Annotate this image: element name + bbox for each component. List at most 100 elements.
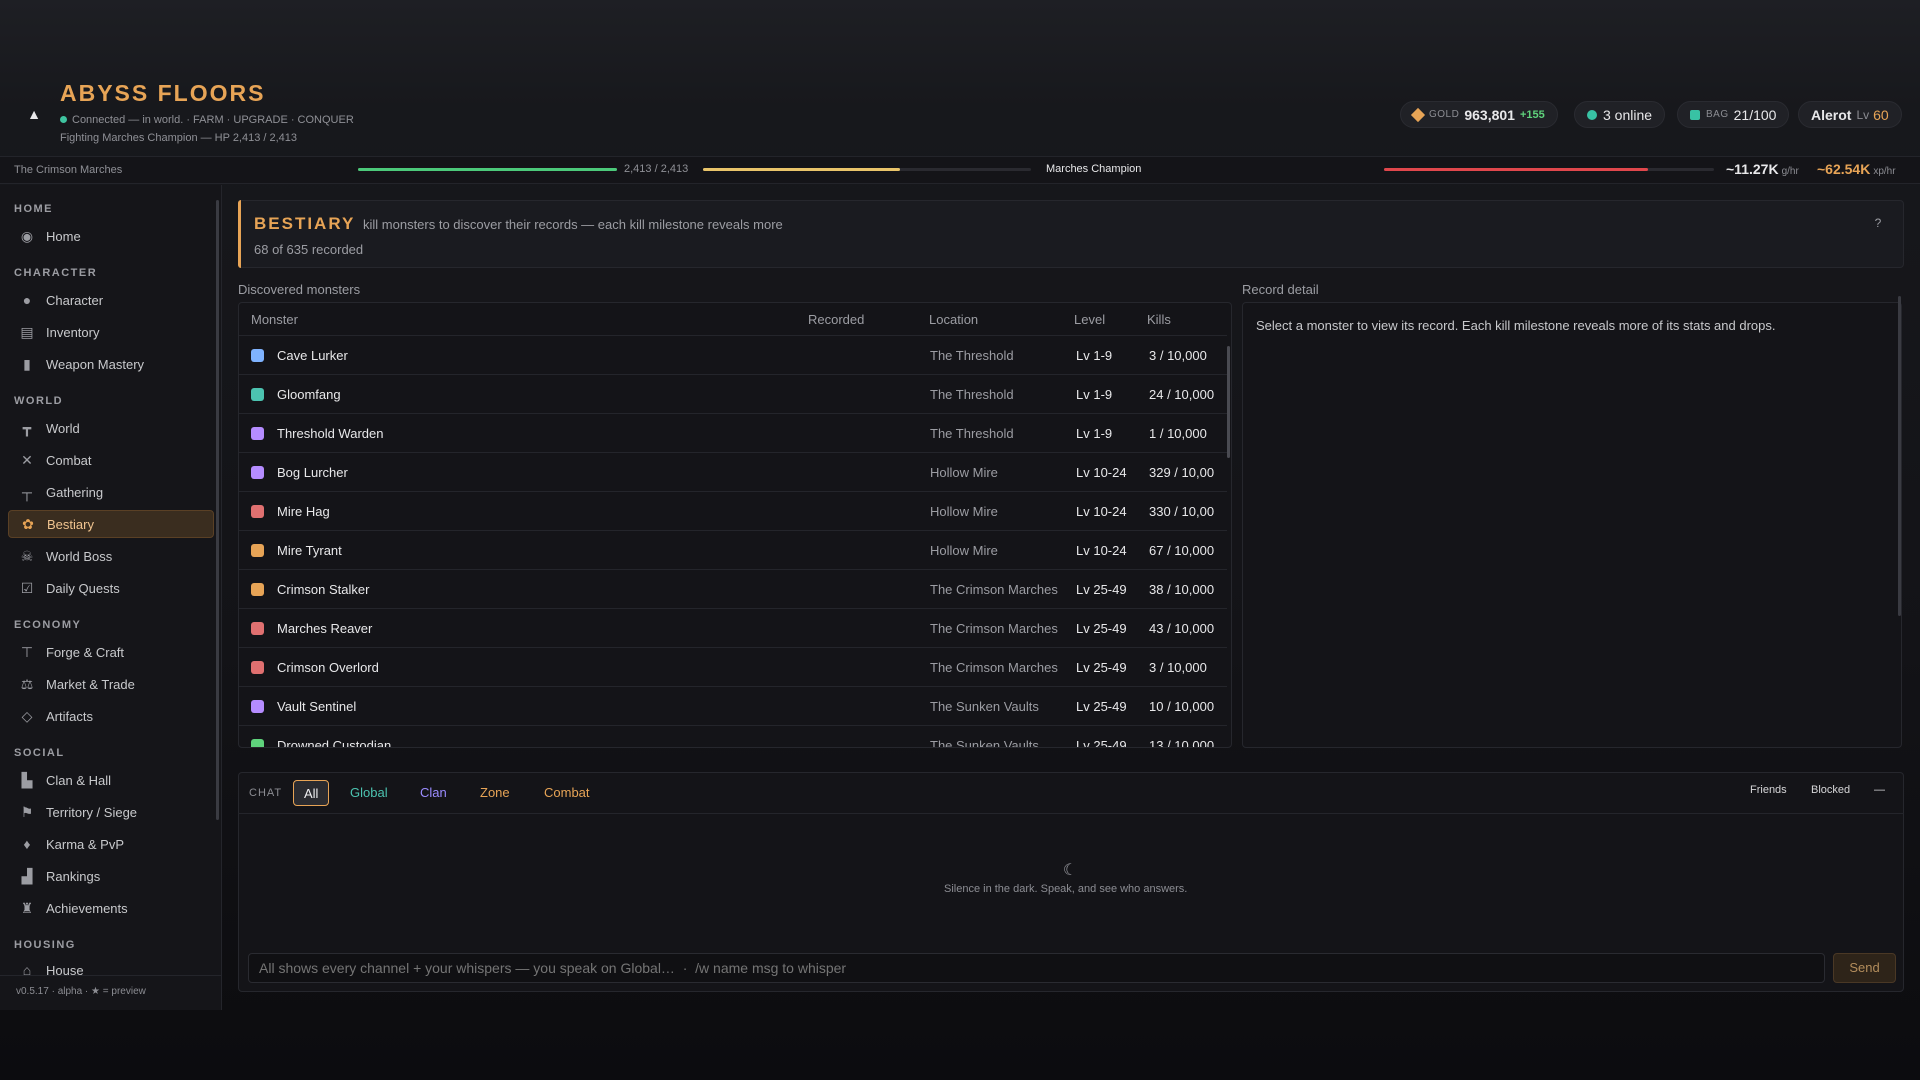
blocked-button[interactable]: Blocked xyxy=(1811,784,1850,796)
checkbox-icon: ☑ xyxy=(20,579,34,596)
collapse-up-icon[interactable]: ▲ xyxy=(24,104,44,124)
tab-all[interactable]: All xyxy=(293,780,330,806)
monster-level: Lv 1-9 xyxy=(1076,387,1113,402)
sidebar-item-gathering[interactable]: ┬ Gathering xyxy=(8,478,214,506)
sidebar-item-clan[interactable]: ▙ Clan & Hall xyxy=(8,766,214,794)
paw-icon: ✿ xyxy=(22,515,34,532)
online-dot-icon xyxy=(60,116,67,123)
sidebar-item-bestiary[interactable]: ✿ Bestiary xyxy=(8,510,214,538)
player-pill[interactable]: Alerot Lv 60 xyxy=(1798,101,1902,128)
monster-location: Hollow Mire xyxy=(930,465,998,480)
enemy-hp-bar xyxy=(1384,168,1714,171)
send-button[interactable]: Send xyxy=(1833,953,1896,983)
detail-scrollbar[interactable] xyxy=(1898,296,1901,616)
tab-combat[interactable]: Combat xyxy=(534,780,600,806)
sidebar-item-home[interactable]: ◉ Home xyxy=(8,222,214,250)
col-level[interactable]: Level xyxy=(1074,312,1105,327)
sidebar-item-artifacts[interactable]: ◇ Artifacts xyxy=(8,702,214,730)
table-row[interactable]: Drowned Custodian The Sunken Vaults Lv 25-… xyxy=(239,725,1227,748)
table-row[interactable]: Crimson Overlord The Crimson Marches Lv 25… xyxy=(239,647,1227,686)
monster-kills: 330 / 10,00 xyxy=(1149,504,1215,519)
monster-kills: 43 / 10,000 xyxy=(1149,621,1215,636)
monster-level: Lv 1-9 xyxy=(1076,426,1113,441)
sidebar-scrollbar[interactable] xyxy=(216,200,219,820)
tab-zone[interactable]: Zone xyxy=(470,780,520,806)
col-location[interactable]: Location xyxy=(929,312,978,327)
minimize-chat-button[interactable]: — xyxy=(1874,784,1885,796)
monster-kills: 10 / 10,000 xyxy=(1149,699,1215,714)
sidebar-item-character[interactable]: ● Character xyxy=(8,286,214,314)
monster-name: Crimson Overlord xyxy=(277,660,379,675)
sidebar-item-market[interactable]: ⚖ Market & Trade xyxy=(8,670,214,698)
sidebar-item-inventory[interactable]: ▤ Inventory xyxy=(8,318,214,346)
sidebar-item-forge[interactable]: ⊤ Forge & Craft xyxy=(8,638,214,666)
sidebar-item-label: Daily Quests xyxy=(46,580,120,596)
sidebar-item-world[interactable]: ┳ World xyxy=(8,414,214,442)
table-row[interactable]: Cave Lurker The Threshold Lv 1-9 3 / 10,000 xyxy=(239,335,1227,374)
skull-icon: ☠ xyxy=(20,547,34,564)
gold-pill[interactable]: GOLD 963,801 +155 xyxy=(1400,101,1558,128)
monster-icon xyxy=(251,505,264,518)
monster-level: Lv 10-24 xyxy=(1076,465,1127,480)
monster-table: Monster Recorded Location Level Kills Ca… xyxy=(238,302,1232,748)
player-level: 60 xyxy=(1873,106,1889,123)
monster-kills: 1 / 10,000 xyxy=(1149,426,1207,441)
bag-pill[interactable]: BAG 21/100 xyxy=(1677,101,1790,128)
enemy-name: Marches Champion xyxy=(1046,163,1142,175)
xp-rate-unit: xp/hr xyxy=(1873,166,1896,177)
player-hp-bar xyxy=(358,168,617,171)
sidebar-item-world-boss[interactable]: ☠ World Boss xyxy=(8,542,214,570)
sidebar-item-combat[interactable]: ✕ Combat xyxy=(8,446,214,474)
sidebar-item-rankings[interactable]: ▟ Rankings xyxy=(8,862,214,890)
friends-button[interactable]: Friends xyxy=(1750,784,1787,796)
monster-location: The Threshold xyxy=(930,387,1014,402)
table-row[interactable]: Crimson Stalker The Crimson Marches Lv 25-… xyxy=(239,569,1227,608)
sidebar-item-daily-quests[interactable]: ☑ Daily Quests xyxy=(8,574,214,602)
card-accent xyxy=(238,200,241,268)
table-row[interactable]: Threshold Warden The Threshold Lv 1-9 1 / 1… xyxy=(239,413,1227,452)
monster-location: Hollow Mire xyxy=(930,504,998,519)
monster-level: Lv 1-9 xyxy=(1076,348,1113,363)
sidebar-item-label: Gathering xyxy=(46,484,104,500)
monster-icon xyxy=(251,583,264,596)
chat-label: CHAT xyxy=(249,787,283,799)
tab-global[interactable]: Global xyxy=(340,780,398,806)
record-detail-panel xyxy=(1242,302,1902,748)
col-recorded[interactable]: Recorded xyxy=(808,312,864,327)
col-monster[interactable]: Monster xyxy=(251,312,298,327)
monster-location: The Threshold xyxy=(930,426,1014,441)
sidebar-item-weapon-mastery[interactable]: ▮ Weapon Mastery xyxy=(8,350,214,378)
player-name: Alerot xyxy=(1811,106,1852,123)
monster-kills: 13 / 10,000 xyxy=(1149,738,1215,748)
table-scrollbar[interactable] xyxy=(1227,346,1230,458)
sidebar-item-territory[interactable]: ⚑ Territory / Siege xyxy=(8,798,214,826)
bag-icon xyxy=(1690,109,1700,120)
xp-fill xyxy=(703,168,900,171)
table-row[interactable]: Mire Hag Hollow Mire Lv 10-24 330 / 10,00 xyxy=(239,491,1227,530)
sidebar-item-achievements[interactable]: ♜ Achievements xyxy=(8,894,214,922)
sidebar-item-label: Weapon Mastery xyxy=(46,356,145,372)
table-row[interactable]: Bog Lurcher Hollow Mire Lv 10-24 329 / 10,0… xyxy=(239,452,1227,491)
table-row[interactable]: Mire Tyrant Hollow Mire Lv 10-24 67 / 10,00… xyxy=(239,530,1227,569)
help-button[interactable]: ? xyxy=(1870,216,1886,232)
chat-input[interactable] xyxy=(248,953,1825,983)
table-row[interactable]: Marches Reaver The Crimson Marches Lv 25-4… xyxy=(239,608,1227,647)
table-row[interactable]: Vault Sentinel The Sunken Vaults Lv 25-49 1… xyxy=(239,686,1227,725)
monster-level: Lv 10-24 xyxy=(1076,543,1127,558)
monster-location: The Sunken Vaults xyxy=(930,738,1039,748)
monster-kills: 3 / 10,000 xyxy=(1149,348,1207,363)
online-count: 3 online xyxy=(1603,106,1653,123)
section-home: HOME xyxy=(14,203,53,215)
sidebar-item-label: Forge & Craft xyxy=(46,644,125,660)
col-kills[interactable]: Kills xyxy=(1147,312,1171,327)
online-pill[interactable]: 3 online xyxy=(1574,101,1666,128)
person-icon: ● xyxy=(22,292,32,308)
tab-clan[interactable]: Clan xyxy=(410,780,457,806)
moon-icon: ☾ xyxy=(1062,862,1078,879)
sidebar-item-label: World xyxy=(46,420,80,436)
monster-icon xyxy=(251,349,264,362)
table-row[interactable]: Gloomfang The Threshold Lv 1-9 24 / 10,000 xyxy=(239,374,1227,413)
sidebar-item-karma[interactable]: ♦ Karma & PvP xyxy=(8,830,214,858)
gold-rate-unit: g/hr xyxy=(1781,166,1799,177)
monster-name: Cave Lurker xyxy=(277,348,348,363)
